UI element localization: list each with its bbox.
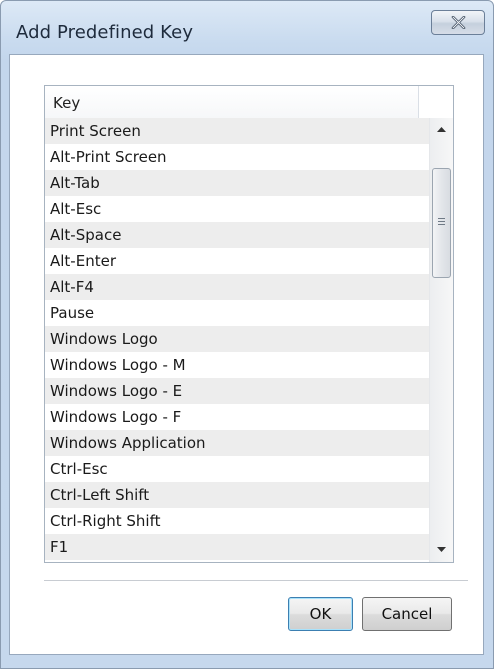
list-item-label: Windows Logo - E [50,382,183,400]
list-item[interactable]: Pause [45,300,429,326]
ok-button[interactable]: OK [288,597,353,631]
list-item-label: Alt-Space [50,226,122,244]
list-header: Key [45,86,429,118]
list-item[interactable]: Windows Logo - F [45,404,429,430]
list-item-label: Alt-Enter [50,252,116,270]
list-item[interactable]: Alt-Enter [45,248,429,274]
list-item-label: Ctrl-Right Shift [50,512,161,530]
list-item[interactable]: Alt-Print Screen [45,144,429,170]
list-rows: Print Screen Alt-Print Screen Alt-Tab Alt-E… [45,118,429,560]
list-item[interactable]: Alt-Esc [45,196,429,222]
vertical-scrollbar[interactable] [429,118,453,562]
list-item[interactable]: Ctrl-Right Shift [45,508,429,534]
grip-icon [438,218,445,225]
list-item[interactable]: Windows Application [45,430,429,456]
header-filler [419,86,429,118]
list-item-label: Ctrl-Left Shift [50,486,150,504]
column-header-label: Key [53,94,81,112]
list-item[interactable]: Print Screen [45,118,429,144]
scroll-up-button[interactable] [430,118,453,142]
list-item-label: Alt-Esc [50,200,102,218]
close-button[interactable] [431,10,485,35]
list-item-label: Windows Application [50,434,206,452]
list-item[interactable]: Ctrl-Esc [45,456,429,482]
list-item-label: Windows Logo - M [50,356,186,374]
close-x-icon [451,16,466,29]
separator-line [44,580,468,584]
list-item-label: Alt-Print Screen [50,148,167,166]
list-item[interactable]: Ctrl-Left Shift [45,482,429,508]
list-item-label: F1 [50,538,69,556]
scroll-down-button[interactable] [430,538,453,562]
list-item[interactable]: Windows Logo [45,326,429,352]
cancel-button[interactable]: Cancel [362,597,452,631]
list-item-label: Print Screen [50,122,141,140]
list-item-label: Windows Logo [50,330,158,348]
key-list[interactable]: Key Print Screen Alt-Print Screen Alt-Tab A… [44,85,454,563]
list-item-label: Alt-F4 [50,278,94,296]
dialog-content: Key Print Screen Alt-Print Screen Alt-Tab A… [9,54,484,655]
column-header-key[interactable]: Key [45,86,419,118]
arrow-up-icon [437,127,446,132]
title-bar[interactable]: Add Predefined Key [1,1,493,53]
list-item[interactable]: Alt-Tab [45,170,429,196]
dialog-window: Add Predefined Key Key Print Screen Alt-P… [0,0,494,669]
list-item-label: Ctrl-Esc [50,460,108,478]
list-item-label: Windows Logo - F [50,408,182,426]
list-item[interactable]: Alt-F4 [45,274,429,300]
list-item[interactable]: Windows Logo - M [45,352,429,378]
list-item-label: Alt-Tab [50,174,100,192]
scroll-thumb[interactable] [432,168,451,278]
list-item-label: Pause [50,304,95,322]
list-item[interactable]: Windows Logo - E [45,378,429,404]
list-item[interactable]: Alt-Space [45,222,429,248]
arrow-down-icon [437,547,446,552]
list-item[interactable]: F1 [45,534,429,560]
dialog-title: Add Predefined Key [16,22,194,43]
